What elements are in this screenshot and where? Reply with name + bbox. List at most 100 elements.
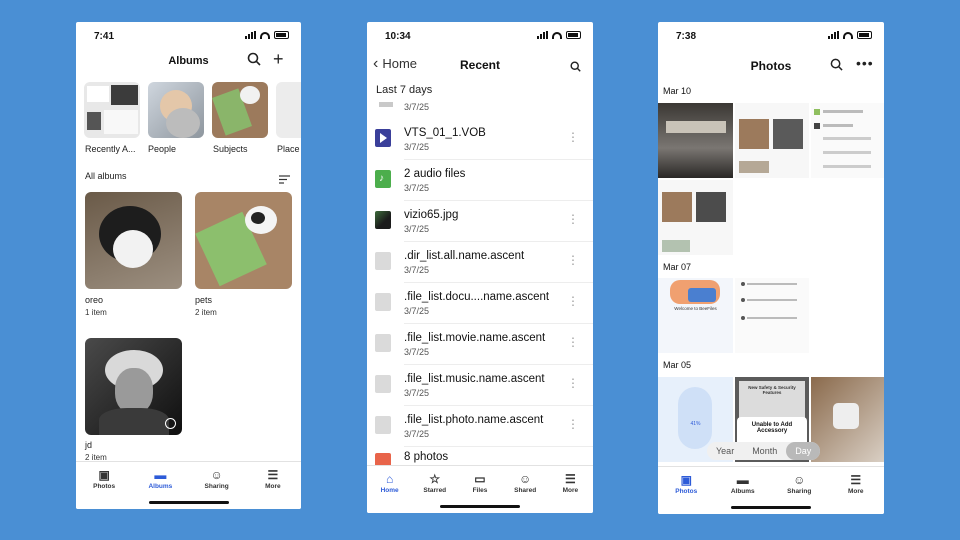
list-item[interactable]: .file_list.movie.name.ascent 3/7/25 ⋮ (367, 324, 593, 365)
tab-more[interactable]: ☰ More (834, 473, 878, 514)
section-label: All albums (85, 171, 127, 181)
photos-screen: 7:38 Photos ••• Mar 10 Mar 07 Welcome to… (658, 22, 884, 514)
category-label-recently-added: Recently A... (85, 144, 136, 154)
file-date: 3/7/25 (404, 388, 430, 398)
category-label-places: Place (277, 144, 300, 154)
file-date: 3/7/25 (404, 142, 430, 152)
date-header: Mar 07 (663, 262, 692, 272)
file-icon (375, 252, 391, 270)
more-vertical-icon[interactable]: ⋮ (567, 130, 579, 144)
plus-icon[interactable]: + (273, 50, 284, 68)
menu-icon: ☰ (267, 468, 279, 482)
photo-thumb[interactable] (735, 103, 809, 178)
list-item[interactable]: vizio65.jpg 3/7/25 ⋮ (367, 201, 593, 242)
file-date: 3/7/25 (404, 429, 430, 439)
photo-thumb[interactable]: Welcome to BeeFiles (658, 278, 733, 353)
places-thumb[interactable] (276, 82, 301, 138)
photo-thumb[interactable] (811, 377, 884, 462)
folder-icon: ▭ (474, 472, 486, 486)
subjects-thumb[interactable] (212, 82, 268, 138)
wifi-icon (552, 31, 562, 39)
wifi-icon (843, 31, 853, 39)
segment-year[interactable]: Year (707, 442, 743, 460)
albums-icon: ▬ (154, 468, 167, 482)
tab-more[interactable]: ☰ More (548, 472, 592, 513)
photo-thumb[interactable] (658, 103, 733, 178)
tab-photos[interactable]: ▣ Photos (82, 468, 126, 509)
segment-month[interactable]: Month (743, 442, 786, 460)
file-name: .file_list.docu....name.ascent (404, 291, 550, 303)
photo-thumb[interactable] (811, 103, 884, 178)
list-item[interactable]: .file_list.music.name.ascent 3/7/25 ⋮ (367, 365, 593, 406)
file-icon (379, 102, 393, 107)
tab-home[interactable]: ⌂ Home (368, 472, 412, 513)
shot-text: Welcome to BeeFiles (674, 306, 717, 311)
back-button[interactable]: ‹ Home (373, 55, 417, 71)
shot-text: New Safety & Security Features (748, 385, 796, 395)
photo-icon: ▣ (98, 468, 110, 482)
shot-text: Unable to Add Accessory (751, 422, 793, 434)
more-horizontal-icon[interactable]: ••• (856, 55, 874, 71)
more-vertical-icon[interactable]: ⋮ (567, 376, 579, 390)
albums-icon: ▬ (736, 473, 749, 487)
recently-added-thumb[interactable] (84, 82, 140, 138)
home-indicator (440, 505, 520, 508)
battery-icon (566, 31, 581, 39)
search-icon[interactable] (570, 59, 581, 75)
more-vertical-icon[interactable]: ⋮ (567, 335, 579, 349)
category-label-people: People (148, 144, 177, 154)
more-vertical-icon[interactable]: ⋮ (567, 417, 579, 431)
list-item[interactable]: ♪ 2 audio files 3/7/25 (367, 160, 593, 201)
battery-icon (274, 31, 289, 39)
file-icon (375, 375, 391, 393)
albums-screen: 7:41 Albums + Recently A... People Subje… (76, 22, 301, 509)
list-item[interactable]: .dir_list.all.name.ascent 3/7/25 ⋮ (367, 242, 593, 283)
segment-day[interactable]: Day (786, 442, 821, 460)
list-item[interactable]: .file_list.photo.name.ascent 3/7/25 ⋮ (367, 406, 593, 447)
status-bar: 7:41 (76, 22, 301, 48)
file-date: 3/7/25 (404, 102, 430, 112)
album-jd-cover[interactable] (85, 338, 182, 435)
status-time: 7:41 (94, 31, 115, 42)
file-name: .file_list.photo.name.ascent (404, 414, 544, 426)
people-thumb[interactable] (148, 82, 204, 138)
list-item[interactable]: .file_list.docu....name.ascent 3/7/25 ⋮ (367, 283, 593, 324)
status-time: 7:38 (676, 31, 697, 42)
page-title: Photos (750, 59, 792, 73)
signal-icon (828, 31, 839, 39)
status-bar: 10:34 (367, 22, 593, 48)
album-count: 1 item (85, 308, 107, 317)
date-header: Mar 05 (663, 360, 692, 370)
section-header: Last 7 days (376, 84, 433, 96)
list-item[interactable]: VTS_01_1.VOB 3/7/25 ⋮ (367, 119, 593, 160)
audio-icon: ♪ (375, 170, 391, 188)
image-icon (375, 211, 391, 229)
album-oreo-cover[interactable] (85, 192, 182, 289)
recent-files-screen: 10:34 ‹ Home Recent Last 7 days 3/7/25 V… (367, 22, 593, 513)
search-icon[interactable] (830, 58, 843, 74)
photo-thumb[interactable] (658, 180, 733, 255)
album-pets-cover[interactable] (195, 192, 292, 289)
photos-icon (375, 453, 391, 465)
search-icon[interactable] (247, 52, 261, 69)
more-vertical-icon[interactable]: ⋮ (567, 294, 579, 308)
tab-photos[interactable]: ▣ Photos (664, 473, 708, 514)
file-name: VTS_01_1.VOB (404, 127, 486, 139)
file-name: .file_list.movie.name.ascent (404, 332, 546, 344)
home-indicator (148, 501, 229, 504)
sort-icon[interactable] (279, 171, 290, 189)
file-icon (375, 334, 391, 352)
page-title: Albums (168, 55, 209, 67)
tab-more[interactable]: ☰ More (251, 468, 295, 509)
file-icon (375, 416, 391, 434)
menu-icon: ☰ (850, 473, 862, 487)
home-icon: ⌂ (385, 472, 394, 486)
more-vertical-icon[interactable]: ⋮ (567, 212, 579, 226)
album-name: jd (85, 440, 93, 450)
list-item[interactable]: 8 photos (367, 447, 593, 465)
file-date: 3/7/25 (404, 224, 430, 234)
album-name: pets (195, 295, 213, 305)
more-vertical-icon[interactable]: ⋮ (567, 253, 579, 267)
photo-thumb[interactable] (735, 278, 809, 353)
category-label-subjects: Subjects (213, 144, 248, 154)
